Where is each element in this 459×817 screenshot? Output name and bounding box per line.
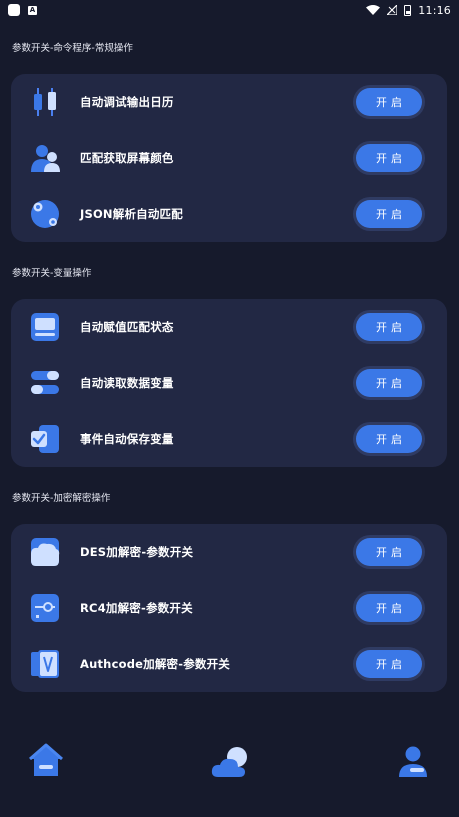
bottom-nav: [0, 735, 459, 795]
card-icon: [31, 313, 59, 341]
enable-button[interactable]: 开启: [356, 313, 422, 341]
disc-icon: [31, 200, 59, 228]
wifi-icon: [366, 5, 381, 15]
list-item: 自动调试输出日历 开启: [11, 74, 447, 130]
weather-icon[interactable]: [210, 745, 250, 779]
profile-icon[interactable]: [396, 745, 430, 779]
row-label: 匹配获取屏幕颜色: [80, 151, 174, 165]
enable-button[interactable]: 开启: [356, 650, 422, 678]
list-item: RC4加解密-参数开关 开启: [11, 580, 447, 636]
row-label: 事件自动保存变量: [80, 432, 174, 446]
enable-button[interactable]: 开启: [356, 369, 422, 397]
app-notification-icon: [8, 4, 20, 16]
row-label: 自动调试输出日历: [80, 95, 174, 109]
section-title-crypto: 参数开关-加密解密操作: [12, 493, 111, 504]
card-crypto: DES加解密-参数开关 开启 RC4加解密-参数开关 开启 Authcode加解…: [11, 524, 447, 692]
list-item: 匹配获取屏幕颜色 开启: [11, 130, 447, 186]
enable-button[interactable]: 开启: [356, 88, 422, 116]
enable-button[interactable]: 开启: [356, 594, 422, 622]
key-card-icon: [31, 594, 59, 622]
enable-button[interactable]: 开启: [356, 200, 422, 228]
list-item: 事件自动保存变量 开启: [11, 411, 447, 467]
status-bar: A 11:16: [0, 0, 459, 20]
candlestick-icon: [34, 88, 56, 116]
a-notification-icon: A: [28, 5, 37, 15]
enable-button[interactable]: 开启: [356, 538, 422, 566]
cloud-card-icon: [31, 538, 60, 566]
row-label: DES加解密-参数开关: [80, 545, 194, 559]
enable-button[interactable]: 开启: [356, 425, 422, 453]
home-icon[interactable]: [27, 743, 65, 779]
row-label: RC4加解密-参数开关: [80, 601, 193, 615]
card-general: 自动调试输出日历 开启 匹配获取屏幕颜色 开启 JSON解析自动匹配 开启: [11, 74, 447, 242]
row-label: JSON解析自动匹配: [80, 207, 183, 221]
row-label: Authcode加解密-参数开关: [80, 657, 230, 671]
card-variables: 自动赋值匹配状态 开启 自动读取数据变量 开启 事件自动保存变量 开启: [11, 299, 447, 467]
checkbox-document-icon: [31, 425, 59, 453]
book-icon: [31, 650, 59, 678]
list-item: JSON解析自动匹配 开启: [11, 186, 447, 242]
section-title-general: 参数开关-命令程序-常规操作: [12, 43, 133, 54]
list-item: 自动赋值匹配状态 开启: [11, 299, 447, 355]
list-item: DES加解密-参数开关 开启: [11, 524, 447, 580]
row-label: 自动读取数据变量: [80, 376, 174, 390]
list-item: Authcode加解密-参数开关 开启: [11, 636, 447, 692]
battery-icon: [404, 4, 412, 16]
users-icon: [31, 145, 60, 172]
toggles-icon: [31, 371, 59, 394]
list-item: 自动读取数据变量 开启: [11, 355, 447, 411]
enable-button[interactable]: 开启: [356, 144, 422, 172]
signal-icon: [387, 5, 398, 15]
row-label: 自动赋值匹配状态: [80, 320, 174, 334]
section-title-variables: 参数开关-变量操作: [12, 268, 92, 279]
clock: 11:16: [418, 3, 451, 17]
